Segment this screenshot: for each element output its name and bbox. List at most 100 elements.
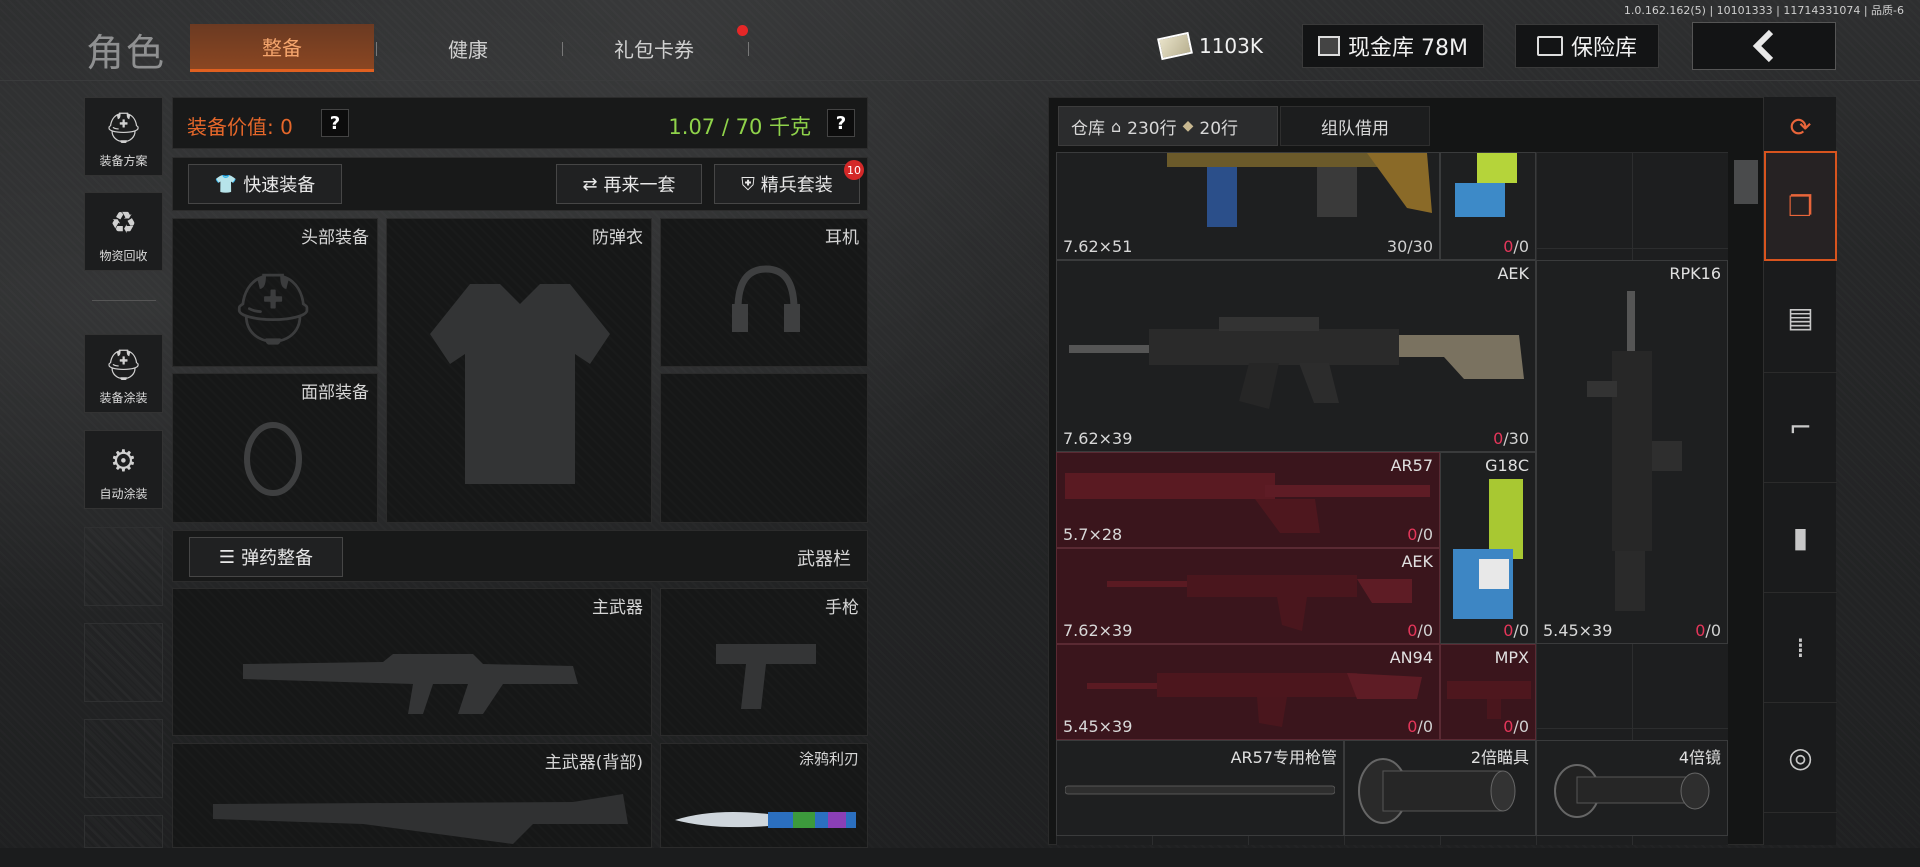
back-button[interactable] [1692, 22, 1836, 70]
sidebar-empty-slot [84, 623, 163, 702]
sidebar-empty-slot [84, 719, 163, 798]
loadout-plan-button[interactable]: ⛑ 装备方案 [84, 97, 163, 176]
home-icon: ⌂ [1111, 116, 1122, 136]
ammo-prep-button[interactable]: ☰ 弹药整备 [189, 537, 343, 577]
safe-icon [1536, 36, 1563, 56]
storage-item[interactable]: 0/0 [1440, 152, 1536, 260]
slot-label: 主武器 [592, 598, 643, 618]
category-all[interactable]: ❐ [1764, 151, 1837, 261]
helmet-icon: ⛑ [228, 267, 318, 350]
headset-icon [721, 254, 811, 354]
rifle-icon [1587, 291, 1682, 611]
tab-loadout[interactable]: 整备 [190, 24, 374, 72]
cash-icon [1157, 31, 1193, 61]
primary-weapon-slot[interactable]: 主武器 [172, 588, 652, 736]
vest-icon: ▤ [1787, 301, 1814, 334]
ammo-prep-label: 弹药整备 [241, 548, 314, 569]
storage-item[interactable]: 7.62×51 30/30 [1056, 152, 1440, 260]
weight-help-button[interactable]: ? [827, 109, 855, 137]
elite-set-button[interactable]: ⛨ 精兵套装 [714, 164, 860, 204]
item-ammo: 0/0 [1503, 621, 1529, 640]
headset-slot[interactable]: 耳机 [660, 218, 868, 367]
rifle-icon: ⌐ [1788, 411, 1813, 444]
sidebar-label: 装备方案 [99, 154, 148, 168]
chevron-left-icon [1752, 29, 1774, 63]
quick-equip-button[interactable]: 👕 快速装备 [188, 164, 342, 204]
storage-item[interactable]: AN94 5.45×39 0/0 [1056, 644, 1440, 740]
storage-item[interactable]: AEK 7.62×39 0/30 [1056, 260, 1536, 452]
category-rifle[interactable]: ⌐ [1764, 373, 1837, 483]
slot-label: 主武器(背部) [544, 753, 643, 773]
rifle-icon [1167, 153, 1432, 227]
storage-scrollbar[interactable] [1734, 160, 1758, 204]
category-ammo[interactable]: ⁞ [1764, 593, 1837, 703]
storage-item[interactable]: AR57专用枪管 [1056, 740, 1344, 836]
storage-item[interactable]: AR57 5.7×28 0/0 [1056, 452, 1440, 548]
head-slot[interactable]: 头部装备 ⛑ [172, 218, 378, 367]
tab-health[interactable]: 健康 [376, 24, 560, 72]
category-magazine[interactable]: ▮ [1764, 483, 1837, 593]
ticket-rows: 20行 [1199, 118, 1239, 139]
stack-icon: ❐ [1787, 189, 1814, 223]
auto-skin-button[interactable]: ⚙ 自动涂装 [84, 430, 163, 509]
category-attachment[interactable]: ◎ [1764, 703, 1837, 813]
notification-dot [737, 25, 748, 36]
weapon-bar-header: ☰ 弹药整备 武器栏 [172, 530, 868, 582]
face-slot[interactable]: 面部装备 [172, 373, 378, 523]
team-borrow-tab[interactable]: 组队借用 [1280, 106, 1430, 146]
team-borrow-label: 组队借用 [1321, 118, 1389, 139]
item-name: MPX [1494, 648, 1529, 667]
slot-label: 耳机 [825, 228, 859, 248]
back-weapon-slot[interactable]: 主武器(背部) [172, 743, 652, 848]
sidebar-label: 自动涂装 [99, 487, 148, 501]
skin-button[interactable]: ⛑ 装备涂装 [84, 334, 163, 413]
tab-divider [748, 42, 749, 56]
storage-item[interactable]: MPX 0/0 [1440, 644, 1536, 740]
value-help-button[interactable]: ? [321, 109, 349, 137]
storage-item[interactable]: 2倍瞄具 [1344, 740, 1536, 836]
recycle-button[interactable]: ♻ 物资回收 [84, 192, 163, 271]
category-column: ⟳ ❐ ▤ ⌐ ▮ ⁞ ◎ [1763, 97, 1837, 845]
warehouse-tab[interactable]: 仓库 ⌂ 230行 ◆ 20行 [1058, 106, 1278, 146]
magazine-icon: ▮ [1792, 521, 1809, 554]
ticket-icon: ◆ [1182, 118, 1194, 134]
safe-button[interactable]: 保险库 [1515, 24, 1659, 68]
storage-item[interactable]: RPK16 5.45×39 0/0 [1536, 260, 1728, 644]
smg-icon [1447, 681, 1531, 719]
ammo-stack-icon: ☰ [218, 546, 236, 568]
stack-refresh-icon[interactable]: ⟳ [1764, 97, 1837, 159]
quick-equip-label: 快速装备 [243, 175, 316, 196]
pistol-ghost-icon [711, 629, 821, 719]
shirt-icon: 👕 [214, 173, 238, 195]
equipment-value: 装备价值: 0 [187, 115, 293, 139]
storage-item[interactable]: 4倍镜 [1536, 740, 1728, 836]
rifle-icon [1107, 575, 1412, 631]
storage-item[interactable]: AEK 7.62×39 0/0 [1056, 548, 1440, 644]
knife-slot[interactable]: 涂鸦利刃 [660, 743, 868, 848]
help-mark: ? [329, 112, 341, 134]
page-title: 角色 [86, 31, 167, 75]
refresh-icon: ⇄ [582, 173, 598, 195]
rifle-ghost-icon [243, 619, 583, 729]
cash-vault-button[interactable]: 现金库 78M [1302, 24, 1484, 68]
item-ammo: 30/30 [1386, 237, 1433, 256]
rifle-icon [1069, 317, 1524, 409]
slot-label: 防弹衣 [592, 228, 643, 248]
tab-gift-cards[interactable]: 礼包卡券 [562, 24, 746, 72]
again-button[interactable]: ⇄ 再来一套 [556, 164, 702, 204]
again-label: 再来一套 [603, 175, 676, 196]
item-caliber: 7.62×39 [1063, 429, 1133, 448]
storage-item[interactable]: G18C 0/0 [1440, 452, 1536, 644]
category-armor[interactable]: ▤ [1764, 263, 1837, 373]
slot-label: 面部装备 [301, 383, 369, 403]
barrel-icon [1065, 785, 1335, 795]
scope-icon [1554, 764, 1710, 818]
pistol-slot[interactable]: 手枪 [660, 588, 868, 736]
armor-slot[interactable]: 防弹衣 [386, 218, 652, 523]
cash-display[interactable]: 1103K [1152, 24, 1270, 68]
pistol-icon [1453, 479, 1523, 619]
tab-label: 健康 [448, 37, 488, 62]
item-ammo: 0/0 [1503, 717, 1529, 736]
slot-label: 头部装备 [301, 228, 369, 248]
item-name: RPK16 [1669, 264, 1721, 283]
